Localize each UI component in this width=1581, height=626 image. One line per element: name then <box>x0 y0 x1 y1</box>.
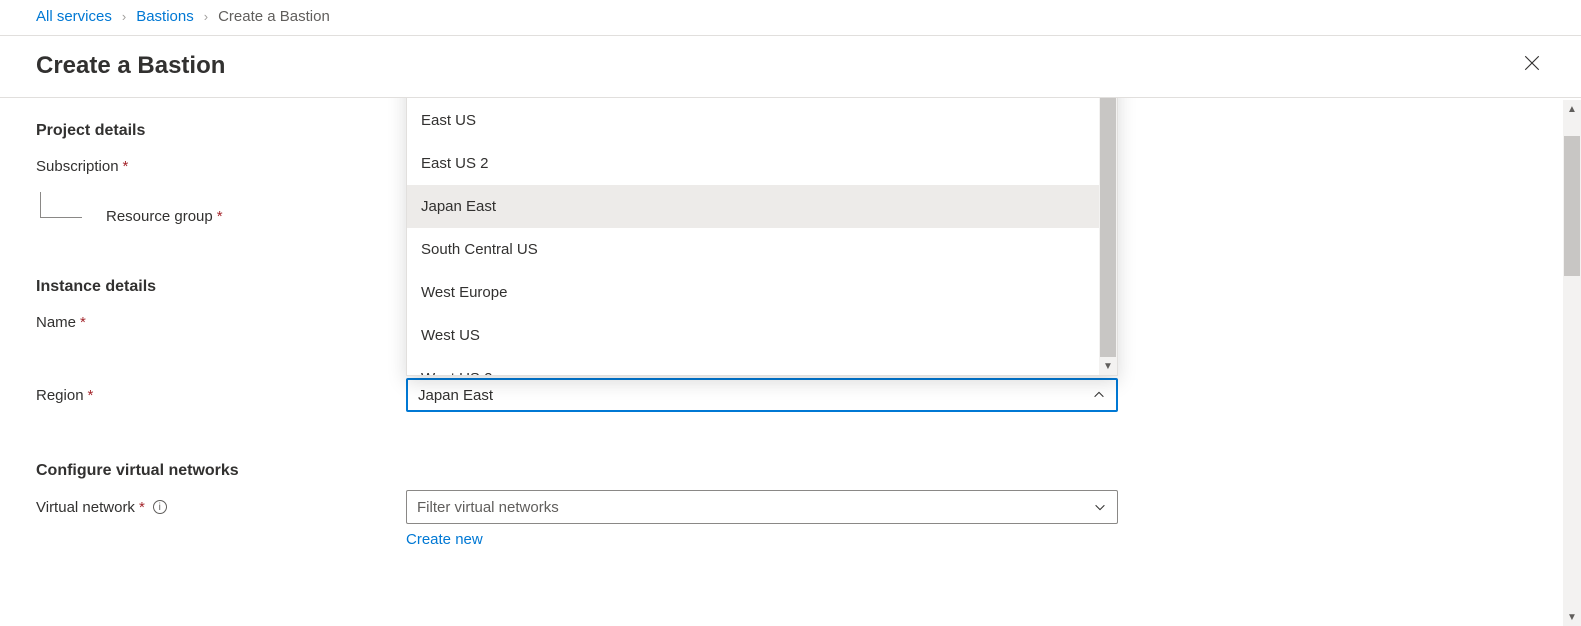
region-dropdown-list[interactable]: Australia EastEast USEast US 2Japan East… <box>406 98 1118 376</box>
page-header: Create a Bastion <box>0 36 1581 98</box>
virtual-network-combobox[interactable]: Filter virtual networks <box>406 490 1118 524</box>
breadcrumb: All services › Bastions › Create a Basti… <box>0 0 1581 36</box>
required-asterisk: * <box>80 314 86 331</box>
breadcrumb-current: Create a Bastion <box>218 8 330 25</box>
scroll-thumb[interactable] <box>1100 98 1116 357</box>
page-title: Create a Bastion <box>36 52 225 80</box>
region-option[interactable]: Japan East <box>407 185 1099 228</box>
tree-connector-icon <box>40 192 82 218</box>
field-virtual-network: Virtual network * i Filter virtual netwo… <box>36 490 1545 524</box>
chevron-right-icon: › <box>122 9 126 24</box>
region-option[interactable]: West US <box>407 314 1099 357</box>
chevron-up-icon <box>1092 388 1106 402</box>
scroll-thumb[interactable] <box>1564 136 1580 276</box>
label-virtual-network: Virtual network * i <box>36 499 406 516</box>
label-subscription: Subscription * <box>36 158 406 175</box>
region-option[interactable]: West US 2 <box>407 357 1099 375</box>
scroll-up-icon[interactable]: ▲ <box>1563 100 1581 118</box>
scroll-down-icon[interactable]: ▼ <box>1563 608 1581 626</box>
region-option[interactable]: South Central US <box>407 228 1099 271</box>
create-new-vnet-link[interactable]: Create new <box>406 531 1118 548</box>
region-input[interactable] <box>418 387 1092 404</box>
vnet-placeholder: Filter virtual networks <box>417 499 559 516</box>
field-region: Region * Australia EastEast USEast US 2J… <box>36 378 1545 412</box>
region-option[interactable]: West Europe <box>407 271 1099 314</box>
scroll-down-icon[interactable]: ▼ <box>1099 357 1117 375</box>
required-asterisk: * <box>139 499 145 516</box>
breadcrumb-link-all-services[interactable]: All services <box>36 8 112 25</box>
required-asterisk: * <box>123 158 129 175</box>
dropdown-scrollbar[interactable]: ▲ ▼ <box>1099 98 1117 375</box>
info-icon[interactable]: i <box>153 500 167 514</box>
breadcrumb-link-bastions[interactable]: Bastions <box>136 8 194 25</box>
region-option[interactable]: East US 2 <box>407 142 1099 185</box>
region-combobox[interactable] <box>406 378 1118 412</box>
page-scrollbar[interactable]: ▲ ▼ <box>1563 100 1581 626</box>
chevron-down-icon <box>1093 500 1107 514</box>
required-asterisk: * <box>217 208 223 225</box>
close-icon[interactable] <box>1519 50 1545 81</box>
label-region: Region * <box>36 387 406 404</box>
form-content: Project details Subscription * Resource … <box>0 98 1581 624</box>
label-name: Name * <box>36 314 406 331</box>
label-resource-group: Resource group * <box>36 208 406 225</box>
required-asterisk: * <box>88 387 94 404</box>
section-virtual-networks: Configure virtual networks <box>36 462 1545 480</box>
region-option[interactable]: East US <box>407 99 1099 142</box>
chevron-right-icon: › <box>204 9 208 24</box>
